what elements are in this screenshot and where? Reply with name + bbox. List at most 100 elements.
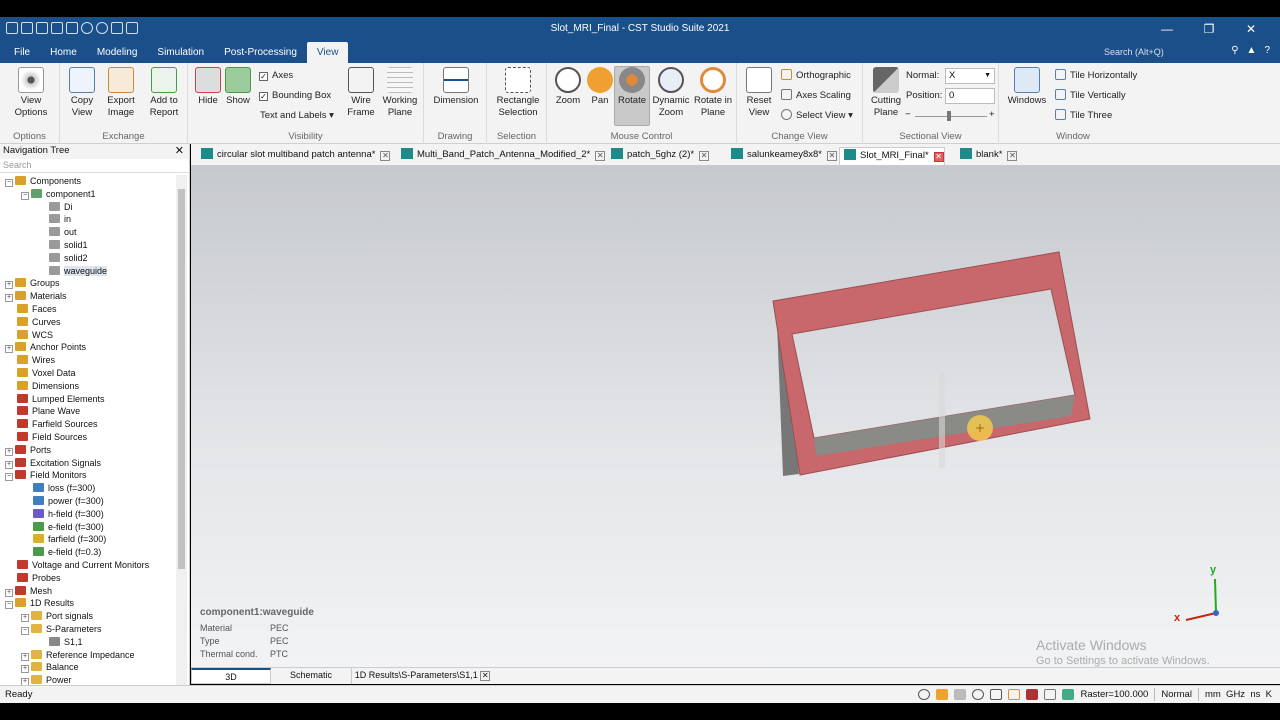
expand-icon[interactable]: +: [21, 652, 29, 661]
tab-file[interactable]: File: [4, 42, 40, 63]
tree-item[interactable]: e-field (f=0.3): [21, 546, 101, 559]
tree-search-input[interactable]: Search: [0, 159, 189, 173]
tree-item[interactable]: + Balance: [21, 661, 79, 674]
tree-item[interactable]: Curves: [5, 316, 61, 329]
tree-item[interactable]: Dimensions: [5, 380, 79, 393]
dimension-button[interactable]: Dimension: [430, 67, 482, 107]
close-tab-icon[interactable]: ✕: [595, 151, 606, 161]
slider-thumb[interactable]: [947, 111, 951, 121]
expand-icon[interactable]: +: [5, 294, 13, 303]
show-button[interactable]: Show: [224, 67, 252, 107]
tab-home[interactable]: Home: [40, 42, 87, 63]
tree-item[interactable]: + Power: [21, 674, 72, 685]
close-icon[interactable]: ✕: [480, 671, 491, 681]
document-tab[interactable]: Multi_Band_Patch_Antenna_Modified_2* ✕: [397, 147, 606, 165]
close-icon[interactable]: ✕: [175, 144, 184, 158]
tree-item[interactable]: WCS: [5, 329, 53, 342]
search-icon[interactable]: ⚲: [1231, 45, 1238, 56]
zoom-icon[interactable]: [918, 689, 931, 700]
tree-item[interactable]: e-field (f=300): [21, 521, 104, 534]
normal-select[interactable]: X ▼: [945, 68, 995, 84]
axes-scaling-button[interactable]: Axes Scaling: [781, 89, 851, 103]
tree-item[interactable]: solid2: [37, 252, 88, 265]
document-tab[interactable]: patch_5ghz (2)* ✕: [607, 147, 710, 165]
add-to-report-button[interactable]: Add to Report: [144, 67, 184, 119]
close-tab-icon[interactable]: ✕: [933, 152, 944, 162]
tree-item[interactable]: + Materials: [5, 290, 67, 303]
reset-view-button[interactable]: Reset View: [743, 67, 775, 119]
rotate-button[interactable]: Rotate: [614, 66, 650, 126]
expand-icon[interactable]: +: [5, 447, 13, 456]
cube-icon[interactable]: [1044, 689, 1057, 700]
tree-item[interactable]: Farfield Sources: [5, 418, 98, 431]
rotate-icon[interactable]: [954, 689, 967, 700]
collapse-icon[interactable]: −: [21, 627, 29, 635]
help-icon[interactable]: ?: [1264, 45, 1270, 56]
close-tab-icon[interactable]: ✕: [1007, 151, 1018, 161]
tab-s11-result[interactable]: 1D Results\S-Parameters\S1,1 ✕: [351, 668, 493, 684]
orthographic-toggle[interactable]: Orthographic: [781, 69, 851, 83]
tab-simulation[interactable]: Simulation: [147, 42, 214, 63]
tab-3d[interactable]: 3D: [191, 668, 271, 684]
scrollbar-thumb[interactable]: [178, 189, 185, 569]
tree-item[interactable]: + Reference Impedance: [21, 649, 135, 662]
expand-icon[interactable]: +: [5, 345, 13, 354]
rectangle-selection-button[interactable]: Rectangle Selection: [493, 67, 543, 119]
search-input[interactable]: Search (Alt+Q): [1104, 45, 1230, 60]
view-options-button[interactable]: View Options: [8, 67, 54, 119]
tree-item[interactable]: out: [37, 226, 77, 239]
copy-view-button[interactable]: Copy View: [64, 67, 100, 119]
expand-icon[interactable]: +: [5, 460, 13, 469]
status-mode[interactable]: Normal: [1161, 686, 1192, 703]
tree-item[interactable]: + Groups: [5, 277, 60, 290]
tree-item[interactable]: − Components: [5, 175, 81, 188]
document-tab[interactable]: blank* ✕: [956, 147, 1018, 165]
minimize-icon[interactable]: —: [1146, 20, 1188, 38]
hide-button[interactable]: Hide: [194, 67, 222, 107]
document-tab[interactable]: salunkeamey8x8* ✕: [727, 147, 837, 165]
close-tab-icon[interactable]: ✕: [699, 151, 710, 161]
expand-icon[interactable]: +: [5, 281, 13, 290]
tile-horizontally-button[interactable]: Tile Horizontally: [1055, 69, 1137, 83]
collapse-icon[interactable]: −: [5, 179, 13, 187]
tree-item[interactable]: Wires: [5, 354, 55, 367]
document-tab[interactable]: circular slot multiband patch antenna* ✕: [197, 147, 391, 165]
tree-item[interactable]: Plane Wave: [5, 405, 80, 418]
tree-scrollbar[interactable]: [176, 175, 187, 685]
collapse-icon[interactable]: −: [5, 601, 13, 610]
tree-item[interactable]: Di: [37, 201, 73, 214]
tree-item[interactable]: Lumped Elements: [5, 393, 105, 406]
tree-item[interactable]: solid1: [37, 239, 88, 252]
cutting-plane-button[interactable]: Cutting Plane: [867, 67, 905, 119]
tree-item[interactable]: − 1D Results: [5, 597, 74, 610]
tree-item[interactable]: farfield (f=300): [21, 533, 106, 546]
windows-button[interactable]: Windows: [1005, 67, 1049, 107]
expand-icon[interactable]: +: [5, 588, 13, 597]
bounding-box-checkbox[interactable]: ✓ Bounding Box: [259, 89, 331, 103]
position-input[interactable]: 0: [945, 88, 995, 104]
tree-item[interactable]: S1,1: [37, 636, 83, 649]
tree-item[interactable]: + Port signals: [21, 610, 93, 623]
zoom-button[interactable]: Zoom: [553, 67, 583, 107]
close-icon[interactable]: ✕: [1230, 20, 1272, 38]
tile-three-button[interactable]: Tile Three: [1055, 109, 1112, 123]
tree-item[interactable]: + Excitation Signals: [5, 457, 101, 470]
tree-item[interactable]: power (f=300): [21, 495, 104, 508]
status-units[interactable]: mm GHz ns K: [1205, 686, 1272, 703]
reset-view-icon[interactable]: [990, 689, 1003, 700]
3d-viewport[interactable]: + x y: [191, 166, 1280, 667]
tab-modeling[interactable]: Modeling: [87, 42, 148, 63]
tree-item[interactable]: h-field (f=300): [21, 508, 104, 521]
expand-icon[interactable]: +: [21, 614, 29, 623]
pan-button[interactable]: Pan: [586, 67, 614, 107]
tree-item[interactable]: − S-Parameters: [21, 623, 102, 636]
expand-icon[interactable]: +: [21, 665, 29, 674]
tree-item[interactable]: Faces: [5, 303, 57, 316]
close-tab-icon[interactable]: ✕: [827, 151, 837, 161]
axes-checkbox[interactable]: ✓ Axes: [259, 69, 293, 83]
tree-item[interactable]: in: [37, 213, 71, 226]
tab-schematic[interactable]: Schematic: [271, 668, 351, 684]
select-view-dropdown[interactable]: Select View ▾: [781, 109, 853, 123]
maximize-icon[interactable]: ❐: [1188, 20, 1230, 38]
tree-item[interactable]: waveguide: [37, 265, 108, 278]
